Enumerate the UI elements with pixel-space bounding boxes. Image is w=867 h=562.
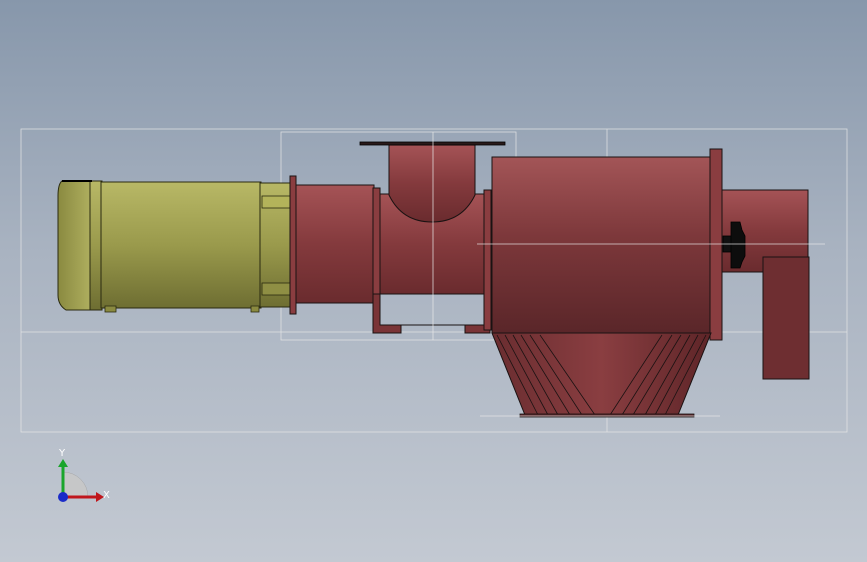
outlet-box <box>762 256 810 380</box>
hopper <box>491 332 712 418</box>
main-body-flange <box>709 148 723 341</box>
motor-end-cap <box>57 180 93 311</box>
cad-scene: X Y <box>20 128 848 502</box>
motor-bolt-bottom <box>261 282 291 296</box>
cad-viewport[interactable]: X Y <box>0 0 867 562</box>
main-body <box>491 156 712 334</box>
motor-foot-left <box>104 305 117 313</box>
inlet-pipe <box>295 184 375 304</box>
motor-body <box>100 181 262 309</box>
triad-rotation-arc-icon <box>62 471 89 498</box>
z-axis-dot-icon <box>58 492 68 502</box>
hopper-outlet-plate <box>519 413 695 418</box>
top-inlet-flange <box>359 141 506 146</box>
support-bracket <box>372 293 402 334</box>
motor-foot-right <box>250 305 260 313</box>
inlet-pipe-flange <box>372 187 381 302</box>
motor[interactable] <box>57 180 292 313</box>
coupling-flange <box>289 175 297 315</box>
motor-bolt-top <box>261 195 291 209</box>
motor-band <box>89 180 103 311</box>
y-axis-label: Y <box>58 448 66 459</box>
axis-triad: X Y <box>58 448 110 502</box>
x-axis-label: X <box>103 490 110 501</box>
tee-section <box>359 141 506 334</box>
